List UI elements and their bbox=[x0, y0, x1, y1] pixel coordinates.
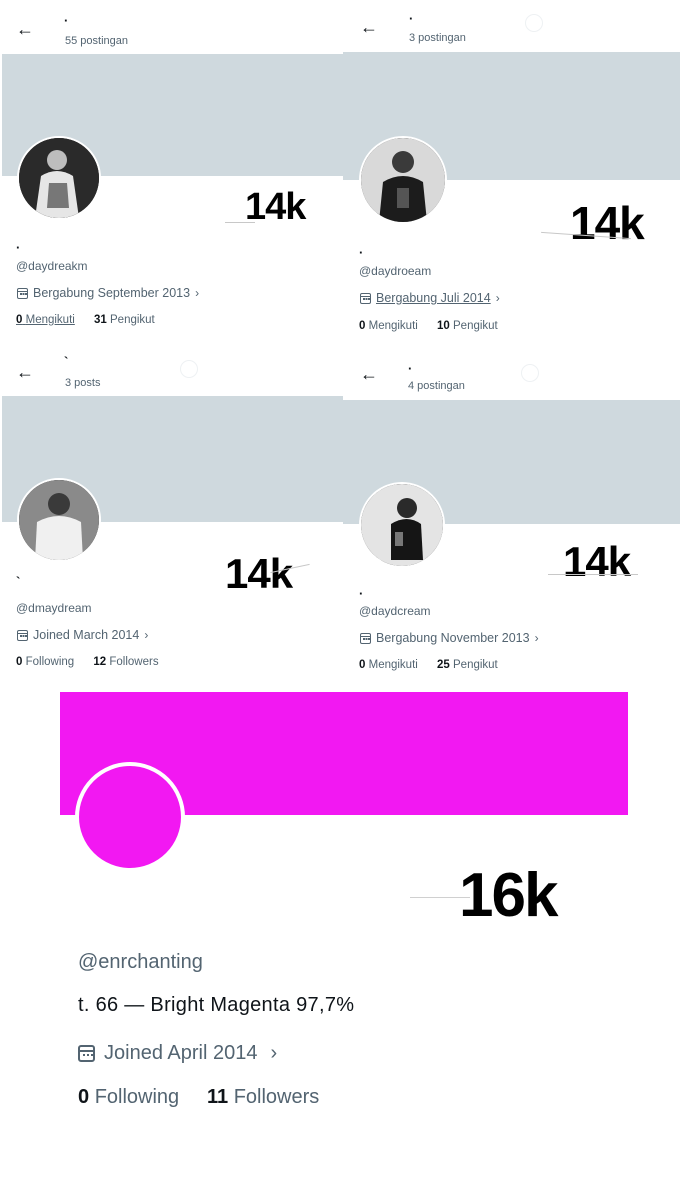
divider-line bbox=[548, 574, 638, 575]
follow-stats: 0 Mengikuti 10 Pengikut bbox=[359, 320, 498, 332]
calendar-icon bbox=[360, 632, 371, 644]
joined-date: Joined March 2014 › bbox=[17, 628, 148, 642]
profile-name: · bbox=[408, 361, 413, 376]
calendar-icon bbox=[78, 1045, 95, 1062]
display-name: ` bbox=[16, 574, 21, 589]
calendar-icon bbox=[360, 292, 371, 304]
post-count: 3 posts bbox=[65, 377, 101, 389]
display-name: · bbox=[16, 240, 21, 255]
main-bio: t. 66 — Bright Magenta 97,7% bbox=[78, 994, 355, 1016]
joined-date: Bergabung November 2013 › bbox=[360, 631, 539, 645]
main-avatar[interactable] bbox=[75, 762, 185, 872]
profile-name: ` bbox=[64, 354, 69, 369]
profile-name: · bbox=[409, 11, 414, 26]
followers-link[interactable]: 11 Followers bbox=[207, 1086, 319, 1108]
chevron-right-icon[interactable]: › bbox=[496, 291, 500, 305]
following-link[interactable]: 0 Mengikuti bbox=[359, 659, 418, 671]
followers-link[interactable]: 10 Pengikut bbox=[437, 320, 498, 332]
overlay-count: 14k bbox=[225, 550, 293, 597]
following-link[interactable]: 0 Mengikuti bbox=[16, 314, 75, 326]
handle: @dmaydream bbox=[16, 601, 92, 615]
calendar-icon bbox=[17, 629, 28, 641]
placeholder-icon bbox=[180, 360, 198, 378]
joined-text: Bergabung September 2013 bbox=[33, 286, 191, 300]
following-link[interactable]: 0 Mengikuti bbox=[359, 320, 418, 332]
handle: @daydcream bbox=[359, 604, 431, 618]
main-handle: @enrchanting bbox=[78, 951, 203, 973]
chevron-right-icon[interactable]: › bbox=[535, 631, 539, 645]
follow-stats: 0 Mengikuti 25 Pengikut bbox=[359, 659, 498, 671]
display-name: · bbox=[359, 245, 364, 260]
display-name: · bbox=[359, 586, 364, 601]
joined-text: Joined April 2014 bbox=[104, 1042, 258, 1064]
main-joined-date: Joined April 2014 › bbox=[78, 1042, 277, 1065]
joined-text: Joined March 2014 bbox=[33, 628, 140, 642]
following-link[interactable]: 0 Following bbox=[78, 1086, 179, 1108]
chevron-right-icon[interactable]: › bbox=[270, 1042, 277, 1065]
chevron-right-icon[interactable]: › bbox=[144, 628, 148, 642]
divider-line bbox=[225, 222, 255, 223]
follow-stats: 0 Mengikuti 31 Pengikut bbox=[16, 314, 155, 326]
handle: @daydroeam bbox=[359, 264, 432, 278]
overlay-count: 14k bbox=[563, 538, 631, 585]
joined-text: Bergabung Juli 2014 bbox=[376, 291, 491, 305]
profile-name: · bbox=[64, 13, 69, 28]
following-link[interactable]: 0 Following bbox=[16, 656, 74, 668]
joined-text: Bergabung November 2013 bbox=[376, 631, 530, 645]
handle: @daydreakm bbox=[16, 259, 88, 273]
follow-stats: 0 Following 12 Followers bbox=[16, 656, 159, 668]
back-arrow-icon[interactable]: ← bbox=[360, 365, 378, 383]
profile-panel-3: ← ` 3 posts 14k ` @dmaydream Joined Marc… bbox=[0, 346, 343, 688]
back-arrow-icon[interactable]: ← bbox=[16, 20, 34, 38]
followers-link[interactable]: 31 Pengikut bbox=[94, 314, 155, 326]
main-overlay-count: 16k bbox=[459, 861, 558, 930]
chevron-right-icon[interactable]: › bbox=[195, 286, 199, 300]
overlay-count: 14k bbox=[570, 197, 645, 249]
calendar-icon bbox=[17, 287, 28, 299]
post-count: 4 postingan bbox=[408, 380, 465, 392]
avatar[interactable] bbox=[17, 136, 101, 220]
placeholder-icon bbox=[521, 364, 539, 382]
avatar[interactable] bbox=[359, 136, 447, 224]
followers-link[interactable]: 12 Followers bbox=[93, 656, 158, 668]
post-count: 55 postingan bbox=[65, 35, 128, 47]
avatar[interactable] bbox=[359, 482, 445, 568]
avatar[interactable] bbox=[17, 478, 101, 562]
back-arrow-icon[interactable]: ← bbox=[16, 363, 34, 381]
profile-panel-4: ← · 4 postingan 14k · @daydcream Bergabu… bbox=[343, 346, 680, 688]
joined-date: Bergabung September 2013 › bbox=[17, 286, 199, 300]
profile-panel-2: ← · 3 postingan 14k · @daydroeam Bergabu… bbox=[343, 0, 680, 346]
followers-link[interactable]: 25 Pengikut bbox=[437, 659, 498, 671]
profile-panel-1: ← · 55 postingan 14k · @daydreakm Bergab… bbox=[0, 0, 343, 346]
post-count: 3 postingan bbox=[409, 32, 466, 44]
placeholder-icon bbox=[525, 14, 543, 32]
joined-date: Bergabung Juli 2014 › bbox=[360, 291, 500, 305]
back-arrow-icon[interactable]: ← bbox=[360, 18, 378, 36]
main-follow-stats: 0 Following 11 Followers bbox=[78, 1086, 319, 1109]
